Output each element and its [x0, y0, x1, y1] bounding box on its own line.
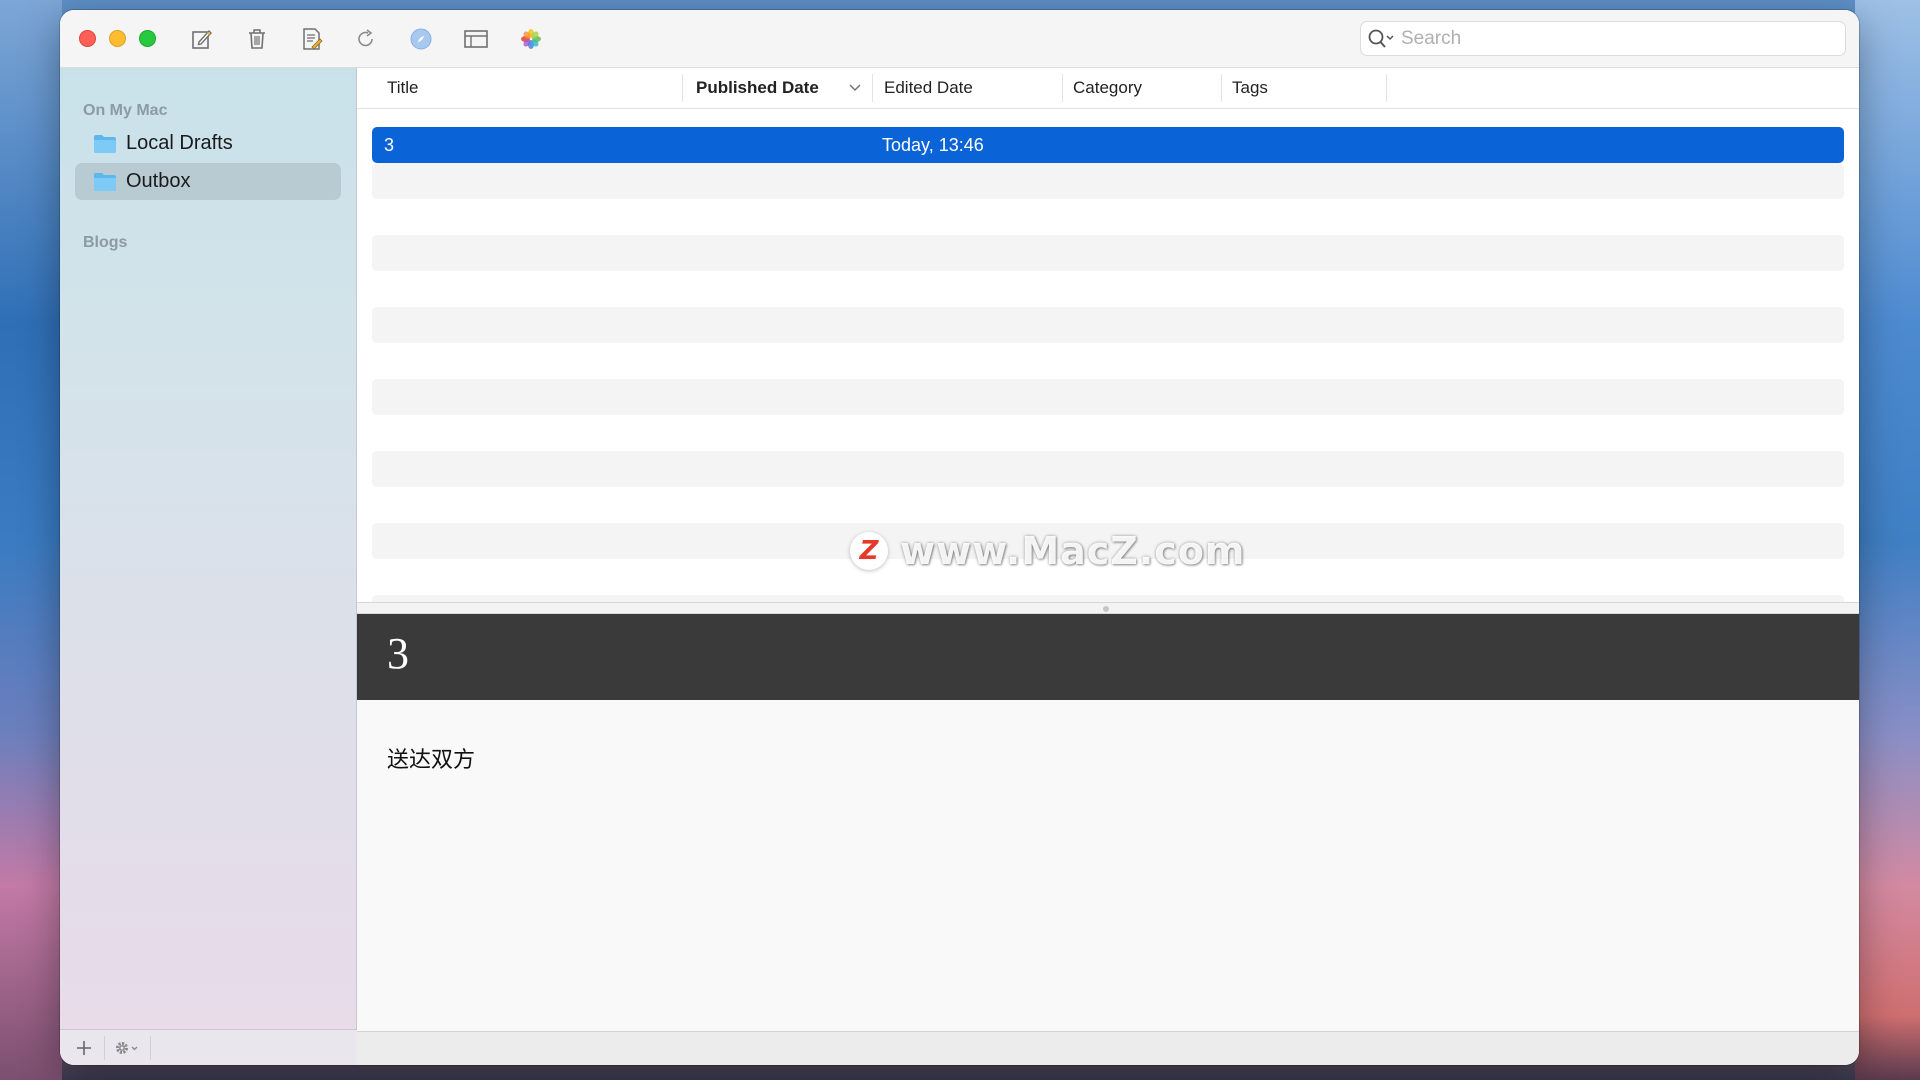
column-divider[interactable] — [872, 74, 873, 102]
folder-icon — [94, 134, 116, 153]
sidebar-item-label: Outbox — [126, 170, 191, 192]
preview-header: 3 — [357, 614, 1859, 700]
table-row[interactable]: 3 Today, 13:46 — [372, 127, 1844, 163]
empty-row — [372, 307, 1844, 343]
cell-title: 3 — [384, 134, 395, 155]
zoom-button[interactable] — [139, 30, 156, 47]
sidebar-section-on-my-mac: On My Mac — [83, 102, 168, 119]
preview-body: 送达双方 — [357, 700, 1859, 1031]
sidebar-item-label: Local Drafts — [126, 132, 233, 154]
table-header: Title Published Date Edited Date Categor… — [357, 68, 1859, 109]
add-button[interactable] — [70, 1034, 98, 1062]
sidebar-item-outbox[interactable]: Outbox — [75, 163, 341, 200]
desktop-wallpaper-left — [0, 0, 62, 1080]
column-header-tags[interactable]: Tags — [1232, 68, 1268, 108]
preview-title: 3 — [387, 629, 409, 678]
empty-row — [372, 163, 1844, 199]
app-window: On My Mac Local Drafts Outbox Blogs — [60, 10, 1859, 1065]
column-header-title[interactable]: Title — [387, 68, 419, 108]
safari-compass-icon — [410, 28, 432, 50]
watermark-text: www.MacZ.com — [900, 529, 1246, 573]
cell-edited-date: Today, 13:46 — [882, 134, 984, 155]
sidebar: On My Mac Local Drafts Outbox Blogs — [60, 68, 357, 1065]
split-view-divider[interactable] — [357, 602, 1859, 614]
sidebar-section-blogs[interactable]: Blogs — [83, 234, 127, 252]
minimize-button[interactable] — [109, 30, 126, 47]
document-edit-icon — [303, 28, 323, 50]
empty-row — [372, 451, 1844, 487]
search-input[interactable] — [1401, 27, 1821, 50]
close-button[interactable] — [79, 30, 96, 47]
column-divider[interactable] — [1386, 74, 1387, 102]
plus-icon — [77, 1041, 91, 1055]
search-icon[interactable] — [1367, 27, 1397, 51]
sidebar-item-local-drafts[interactable]: Local Drafts — [75, 125, 341, 162]
column-divider[interactable] — [682, 74, 683, 102]
refresh-icon — [358, 29, 373, 47]
edit-document-button[interactable] — [297, 24, 327, 54]
status-bar — [357, 1031, 1859, 1065]
divider — [150, 1036, 151, 1060]
watermark-logo-letter: Z — [859, 536, 879, 566]
folder-icon — [94, 172, 116, 191]
watermark: Z www.MacZ.com — [850, 526, 1246, 576]
preview-content: 送达双方 — [387, 748, 476, 773]
column-divider[interactable] — [1221, 74, 1222, 102]
desktop-wallpaper-right — [1855, 0, 1920, 1080]
column-header-edited-date[interactable]: Edited Date — [884, 68, 973, 108]
empty-row — [372, 595, 1844, 602]
new-post-button[interactable] — [187, 24, 217, 54]
sidebar-footer — [60, 1029, 357, 1065]
delete-button[interactable] — [242, 24, 272, 54]
column-header-published-date[interactable]: Published Date — [696, 68, 819, 108]
trash-icon — [249, 29, 265, 49]
photos-icon — [521, 29, 541, 49]
sidebar-layout-icon — [464, 30, 488, 48]
layout-button[interactable] — [461, 24, 491, 54]
column-divider[interactable] — [1062, 74, 1063, 102]
watermark-logo-icon: Z — [850, 532, 888, 570]
divider — [104, 1036, 105, 1060]
gear-icon — [116, 1042, 138, 1054]
compose-icon — [192, 29, 212, 49]
toolbar — [60, 10, 1859, 68]
divider-handle[interactable] — [1103, 606, 1109, 612]
refresh-button[interactable] — [351, 24, 381, 54]
settings-menu-button[interactable] — [110, 1034, 144, 1062]
preview-button[interactable] — [406, 24, 436, 54]
sort-chevron-down-icon[interactable] — [848, 83, 862, 93]
empty-row — [372, 379, 1844, 415]
column-header-category[interactable]: Category — [1073, 68, 1142, 108]
empty-row — [372, 235, 1844, 271]
search-field[interactable] — [1360, 21, 1846, 56]
photos-button[interactable] — [516, 24, 546, 54]
posts-table: Title Published Date Edited Date Categor… — [357, 68, 1859, 602]
